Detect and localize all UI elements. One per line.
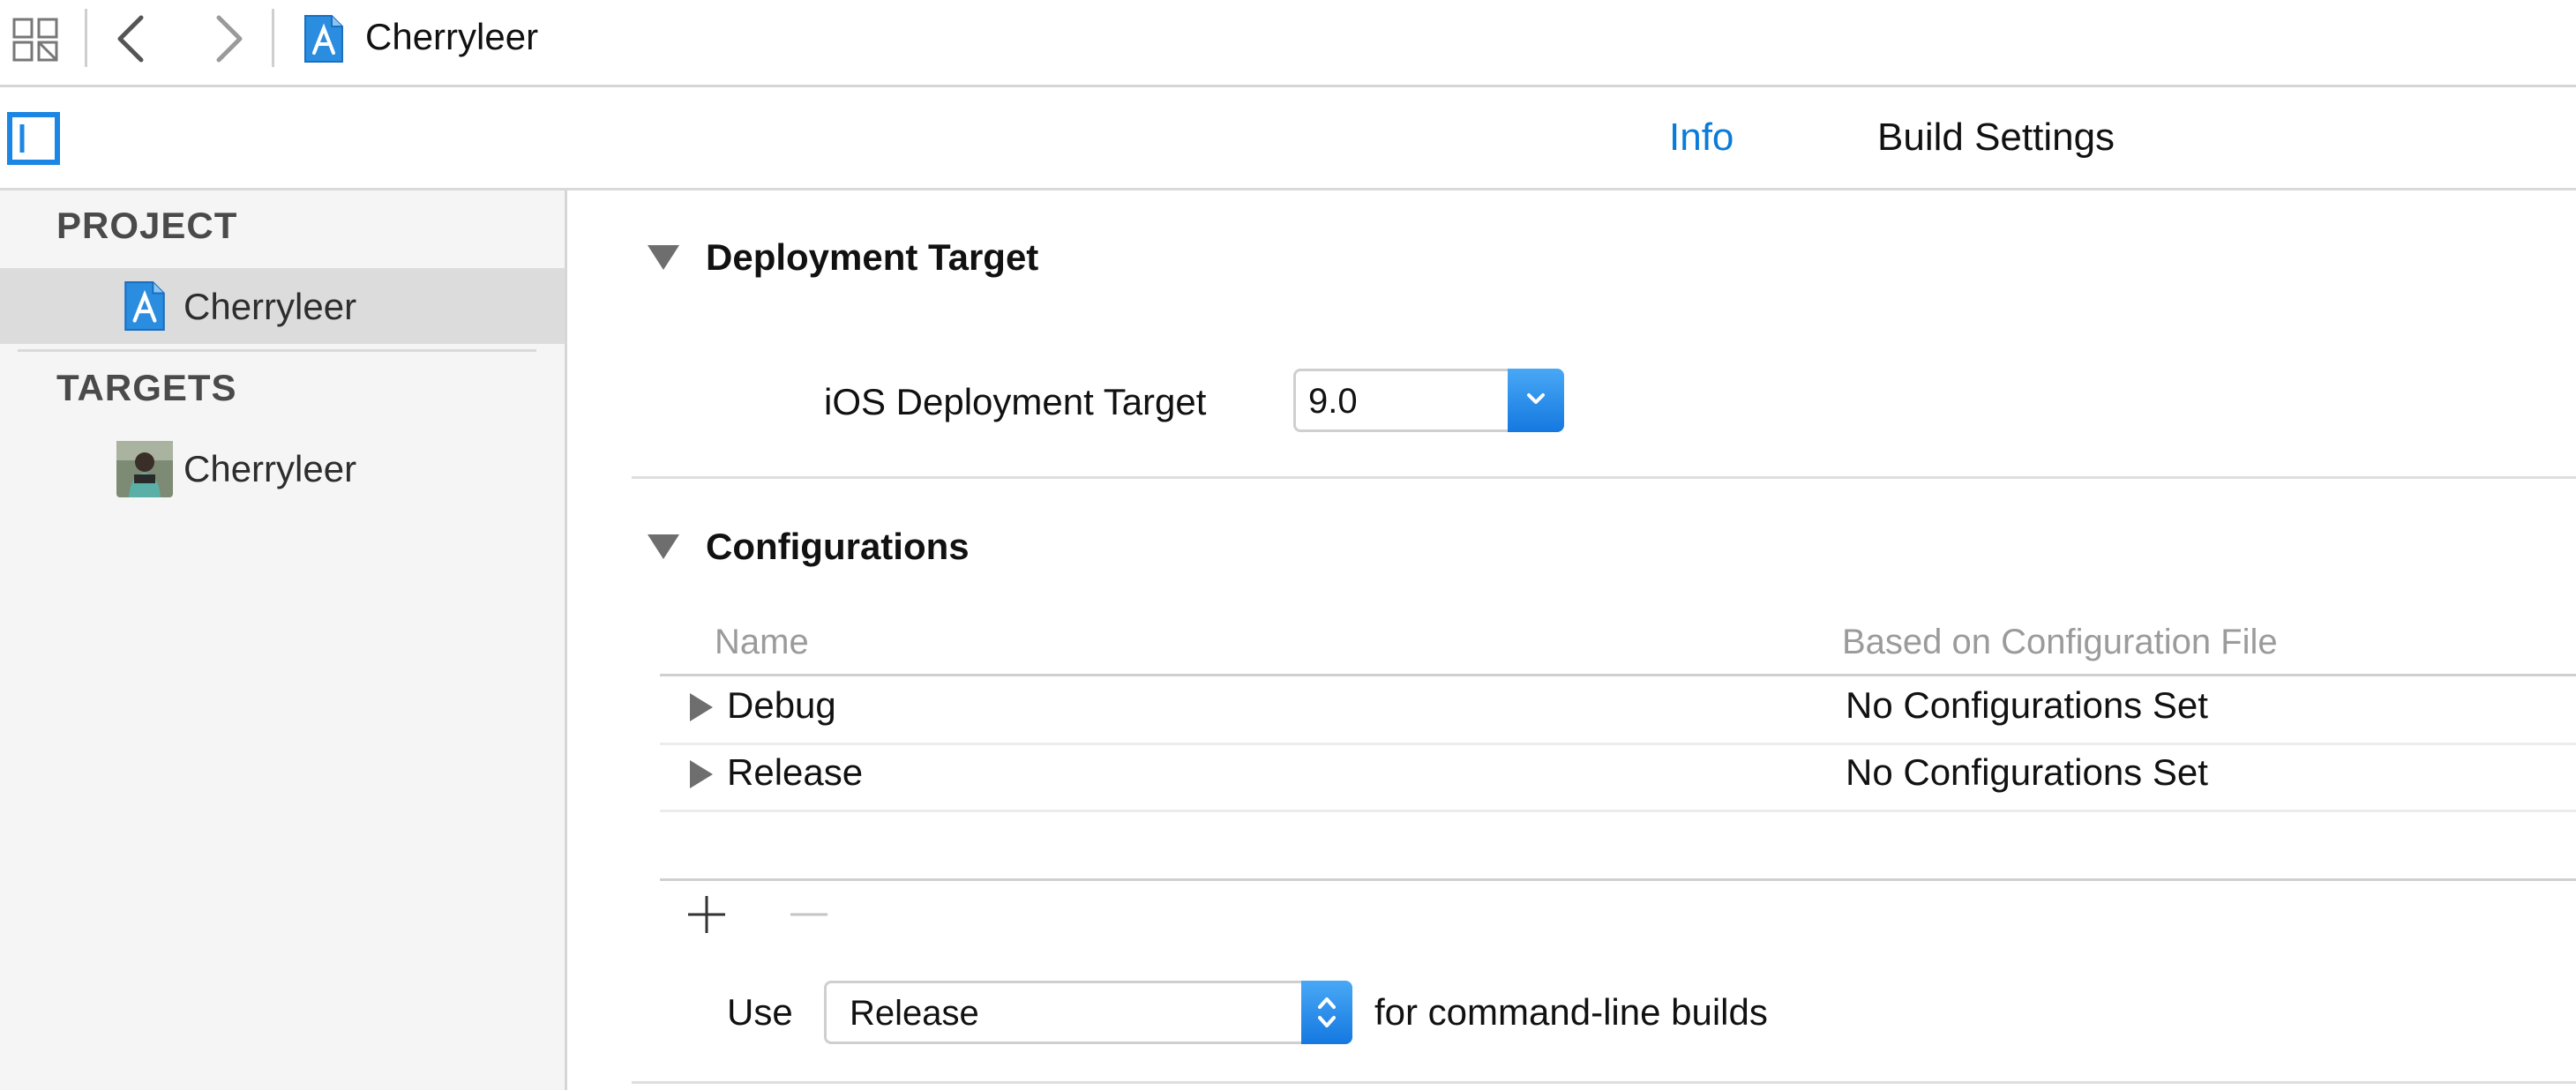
table-row[interactable] <box>660 677 2576 743</box>
config-name-release: Release <box>727 751 864 793</box>
ios-deployment-target-value[interactable]: 9.0 <box>1308 377 1358 426</box>
ios-deployment-target-label: iOS Deployment Target <box>824 381 1207 422</box>
add-configuration-button[interactable] <box>685 892 729 937</box>
back-chevron-icon[interactable] <box>113 12 148 65</box>
config-name-debug: Debug <box>727 684 836 726</box>
combobox-dropdown-button[interactable] <box>1508 369 1564 432</box>
use-label: Use <box>727 991 793 1033</box>
minus-icon <box>790 913 827 916</box>
table-header-divider <box>660 674 2576 676</box>
xcode-project-icon <box>303 14 344 63</box>
xcode-project-icon <box>124 280 166 332</box>
command-line-config-popup[interactable]: Release <box>824 981 1352 1044</box>
editor-tab-bar <box>0 87 2576 190</box>
sidebar-divider <box>18 349 536 352</box>
popup-stepper-button[interactable] <box>1301 981 1352 1044</box>
row-divider <box>660 810 2576 812</box>
sidebar-toggle-icon[interactable] <box>7 112 60 165</box>
sidebar-item-target-label: Cherryleer <box>183 448 357 489</box>
table-bottom-divider <box>660 878 2576 881</box>
toolbar-separator <box>272 9 274 67</box>
related-items-grid-icon[interactable] <box>12 16 60 63</box>
tab-build-settings[interactable]: Build Settings <box>1877 111 2115 164</box>
project-breadcrumb[interactable]: Cherryleer <box>365 12 538 62</box>
configurations-title: Configurations <box>706 526 970 567</box>
section-divider <box>632 1081 2576 1084</box>
row-disclosure-icon[interactable] <box>690 760 713 788</box>
up-down-chevron-icon <box>1318 997 1336 1027</box>
column-header-based-on[interactable]: Based on Configuration File <box>1842 617 2278 667</box>
config-based-on-release: No Configurations Set <box>1846 751 2208 793</box>
deployment-disclosure-icon[interactable] <box>648 245 679 270</box>
command-line-config-value[interactable]: Release <box>850 989 979 1038</box>
toolbar-separator <box>85 9 87 67</box>
chevron-down-icon <box>1527 393 1545 404</box>
command-line-suffix-label: for command-line builds <box>1374 991 1768 1033</box>
forward-chevron-icon[interactable] <box>212 12 247 65</box>
table-row[interactable] <box>660 745 2576 810</box>
column-header-name[interactable]: Name <box>715 617 809 667</box>
row-disclosure-icon[interactable] <box>690 693 713 721</box>
ios-deployment-target-combobox[interactable]: 9.0 <box>1293 369 1564 432</box>
app-target-icon <box>116 441 173 497</box>
tab-info[interactable]: Info <box>1669 111 1734 164</box>
targets-section-header: TARGETS <box>56 367 237 408</box>
remove-configuration-button[interactable] <box>787 892 831 937</box>
sidebar-item-project-label: Cherryleer <box>183 286 357 327</box>
section-divider <box>632 476 2576 479</box>
plus-icon <box>688 896 725 933</box>
deployment-target-title: Deployment Target <box>706 236 1039 278</box>
project-section-header: PROJECT <box>56 205 238 246</box>
config-based-on-debug: No Configurations Set <box>1846 684 2208 726</box>
configurations-disclosure-icon[interactable] <box>648 534 679 559</box>
